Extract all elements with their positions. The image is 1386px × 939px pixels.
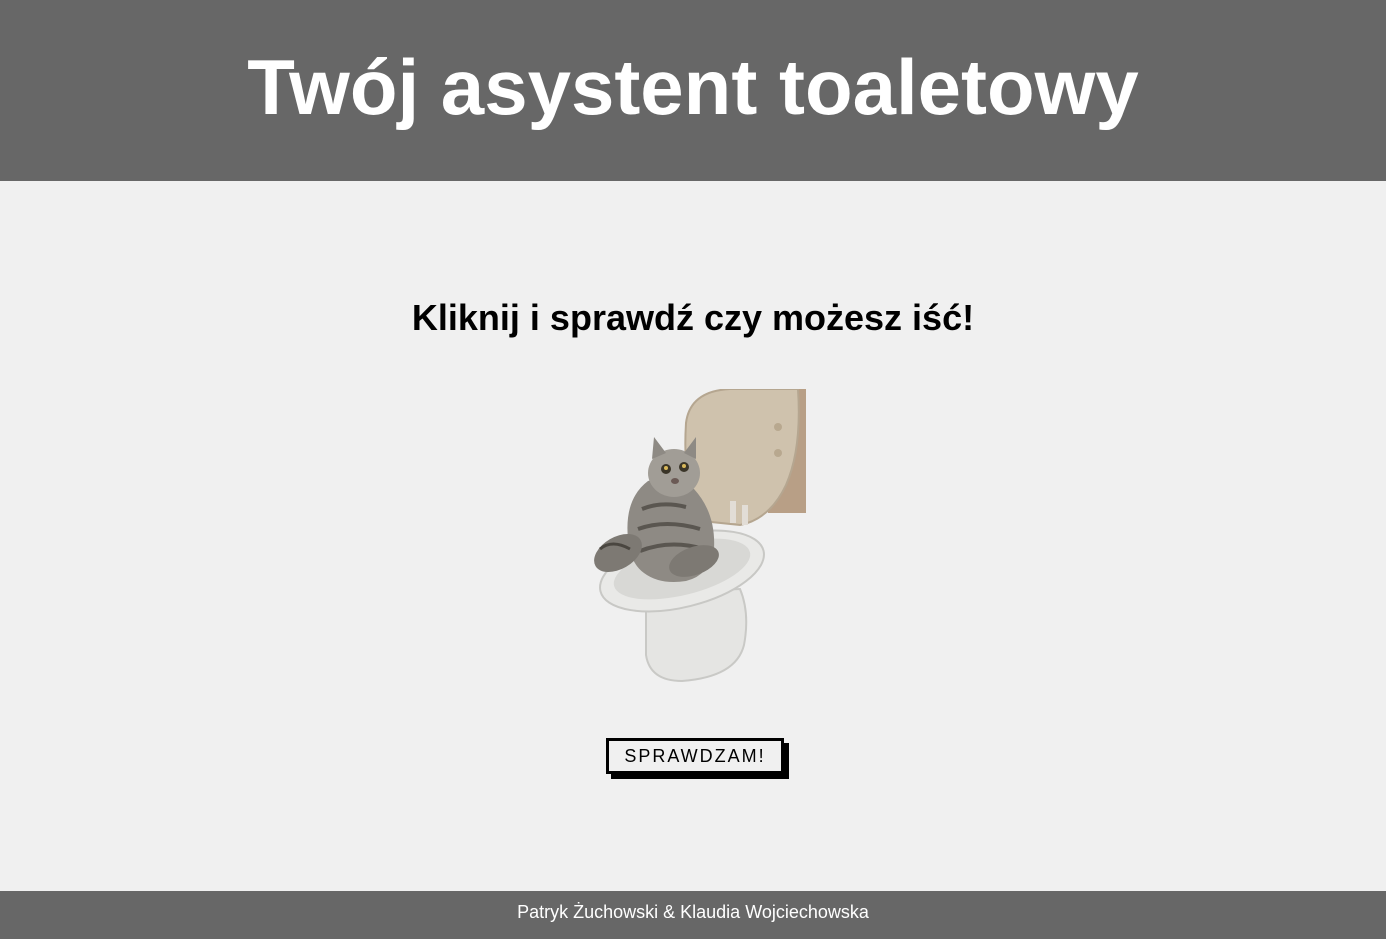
page-header: Twój asystent toaletowy [0,0,1386,181]
instruction-heading: Kliknij i sprawdź czy możesz iść! [411,297,975,338]
page-title: Twój asystent toaletowy [247,43,1139,131]
cat-on-toilet-image [594,389,806,683]
check-button[interactable]: SPRAWDZAM! [606,738,784,774]
page-footer: Patryk Żuchowski & Klaudia Wojciechowska [0,891,1386,939]
main-content: Kliknij i sprawdź czy możesz iść! SPRAWD… [0,181,1386,891]
authors-credit: Patryk Żuchowski & Klaudia Wojciechowska [517,902,869,922]
